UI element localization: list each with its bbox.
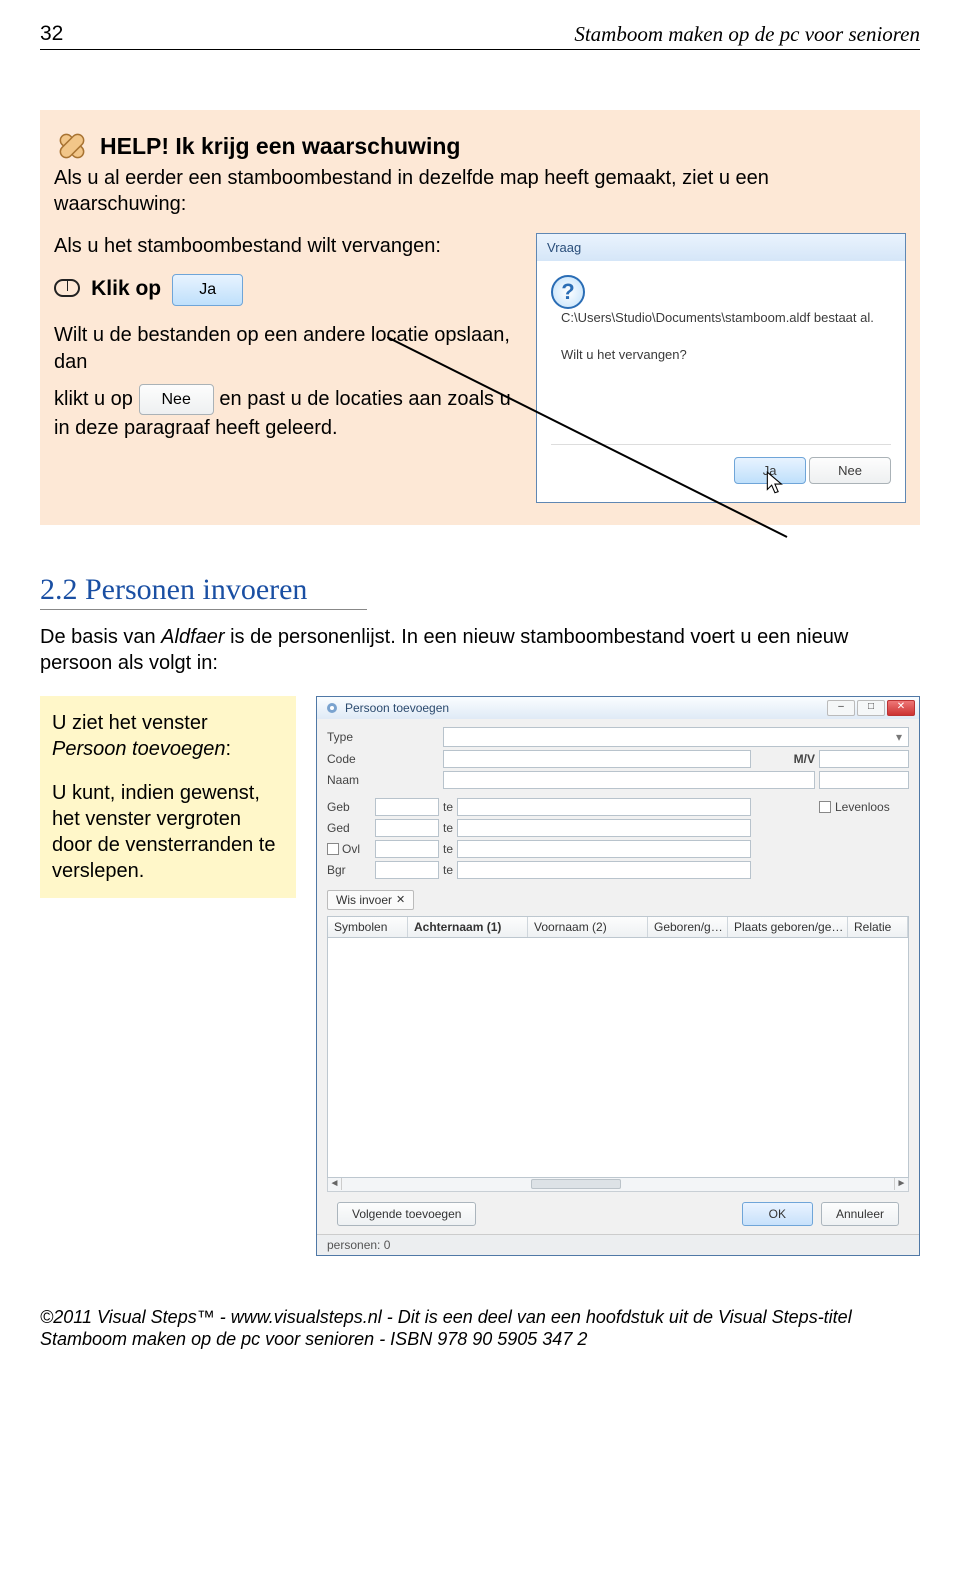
dialog-title: Vraag bbox=[537, 234, 905, 261]
gear-icon bbox=[325, 701, 339, 715]
label-geb: Geb bbox=[327, 800, 371, 814]
scroll-left-icon[interactable]: ◄ bbox=[328, 1178, 342, 1190]
col-geboren[interactable]: Geboren/g… bbox=[648, 917, 728, 937]
levenloos-checkbox[interactable] bbox=[819, 801, 831, 813]
col-relatie[interactable]: Relatie bbox=[848, 917, 908, 937]
col-voornaam[interactable]: Voornaam (2) bbox=[528, 917, 648, 937]
bandaid-icon bbox=[54, 128, 90, 164]
scroll-right-icon[interactable]: ► bbox=[894, 1178, 908, 1190]
ovl-date-input[interactable] bbox=[375, 840, 439, 858]
persoon-toevoegen-window: Persoon toevoegen – □ ✕ Type ▾ Code M bbox=[316, 696, 920, 1256]
bgr-date-input[interactable] bbox=[375, 861, 439, 879]
help-otherloc-text: Wilt u de bestanden op een andere locati… bbox=[54, 322, 518, 376]
klik-label: Klik op bbox=[91, 277, 161, 300]
label-code: Code bbox=[327, 752, 371, 766]
help-intro: Als u al eerder een stamboombestand in d… bbox=[54, 166, 906, 217]
section-para: De basis van Aldfaer is de personenlijst… bbox=[40, 624, 920, 676]
dialog-question: Wilt u het vervangen? bbox=[561, 347, 687, 362]
ja-inline-button[interactable]: Ja bbox=[172, 274, 243, 306]
nee-inline-button[interactable]: Nee bbox=[139, 384, 214, 416]
mouse-icon bbox=[54, 279, 80, 297]
footer-line2: Stamboom maken op de pc voor senioren - … bbox=[40, 1328, 920, 1351]
mv-input[interactable] bbox=[819, 750, 909, 768]
close-button[interactable]: ✕ bbox=[887, 700, 915, 716]
help-title: HELP! Ik krijg een waarschuwing bbox=[100, 133, 460, 160]
yellow-note: U ziet het venster Persoon toevoegen: U … bbox=[40, 696, 296, 898]
form-area: Type ▾ Code M/V Naam bbox=[317, 719, 919, 1234]
scroll-thumb[interactable] bbox=[531, 1179, 621, 1189]
type-select[interactable]: ▾ bbox=[443, 727, 909, 747]
section-heading: 2.2 Personen invoeren bbox=[40, 573, 367, 610]
naam-input[interactable] bbox=[443, 771, 815, 789]
col-plaats[interactable]: Plaats geboren/ge… bbox=[728, 917, 848, 937]
table-body bbox=[327, 938, 909, 1178]
minimize-button[interactable]: – bbox=[827, 700, 855, 716]
label-naam: Naam bbox=[327, 773, 371, 787]
page-number: 32 bbox=[40, 22, 63, 47]
h-scrollbar[interactable]: ◄ ► bbox=[327, 1178, 909, 1192]
dialog-nee-button[interactable]: Nee bbox=[809, 457, 891, 484]
label-ged: Ged bbox=[327, 821, 371, 835]
note2: U kunt, indien gewenst, het venster verg… bbox=[52, 780, 284, 884]
window-title: Persoon toevoegen bbox=[345, 701, 821, 715]
page-header: 32 Stamboom maken op de pc voor senioren bbox=[40, 22, 920, 50]
cursor-icon bbox=[765, 470, 787, 496]
ovl-checkbox[interactable] bbox=[327, 843, 339, 855]
label-mv: M/V bbox=[755, 752, 815, 766]
ovl-plaats-input[interactable] bbox=[457, 840, 751, 858]
label-levenloos: Levenloos bbox=[835, 800, 890, 814]
geb-date-input[interactable] bbox=[375, 798, 439, 816]
naam2-input[interactable] bbox=[819, 771, 909, 789]
question-icon: ? bbox=[551, 275, 585, 309]
ok-button[interactable]: OK bbox=[742, 1202, 813, 1226]
table-header: Symbolen Achternaam (1) Voornaam (2) Geb… bbox=[327, 916, 909, 938]
klikt-label: klikt u op bbox=[54, 388, 133, 410]
footer: ©2011 Visual Steps™ - www.visualsteps.nl… bbox=[40, 1306, 920, 1351]
ged-date-input[interactable] bbox=[375, 819, 439, 837]
volgende-button[interactable]: Volgende toevoegen bbox=[337, 1202, 476, 1226]
label-ovl: Ovl bbox=[342, 842, 360, 856]
x-icon: ✕ bbox=[396, 893, 405, 906]
help-callout: HELP! Ik krijg een waarschuwing Als u al… bbox=[40, 110, 920, 525]
dialog-path: C:\Users\Studio\Documents\stamboom.aldf … bbox=[561, 310, 874, 325]
col-symbolen[interactable]: Symbolen bbox=[328, 917, 408, 937]
note1b: Persoon toevoegen bbox=[52, 738, 225, 760]
label-bgr: Bgr bbox=[327, 863, 371, 877]
footer-line1: ©2011 Visual Steps™ - www.visualsteps.nl… bbox=[40, 1306, 920, 1329]
maximize-button[interactable]: □ bbox=[857, 700, 885, 716]
code-input[interactable] bbox=[443, 750, 751, 768]
ged-plaats-input[interactable] bbox=[457, 819, 751, 837]
col-achternaam[interactable]: Achternaam (1) bbox=[408, 917, 528, 937]
bgr-plaats-input[interactable] bbox=[457, 861, 751, 879]
page-title: Stamboom maken op de pc voor senioren bbox=[574, 22, 920, 47]
annuleer-button[interactable]: Annuleer bbox=[821, 1202, 899, 1226]
geb-plaats-input[interactable] bbox=[457, 798, 751, 816]
note1a: U ziet het venster bbox=[52, 712, 208, 734]
status-bar: personen: 0 bbox=[317, 1234, 919, 1255]
vraag-dialog: Vraag ? C:\Users\Studio\Documents\stambo… bbox=[536, 233, 906, 503]
wis-invoer-button[interactable]: Wis invoer ✕ bbox=[327, 890, 414, 910]
help-left-column: Als u het stamboombestand wilt vervangen… bbox=[54, 233, 518, 503]
label-type: Type bbox=[327, 730, 371, 744]
help-replace-text: Als u het stamboombestand wilt vervangen… bbox=[54, 233, 518, 260]
